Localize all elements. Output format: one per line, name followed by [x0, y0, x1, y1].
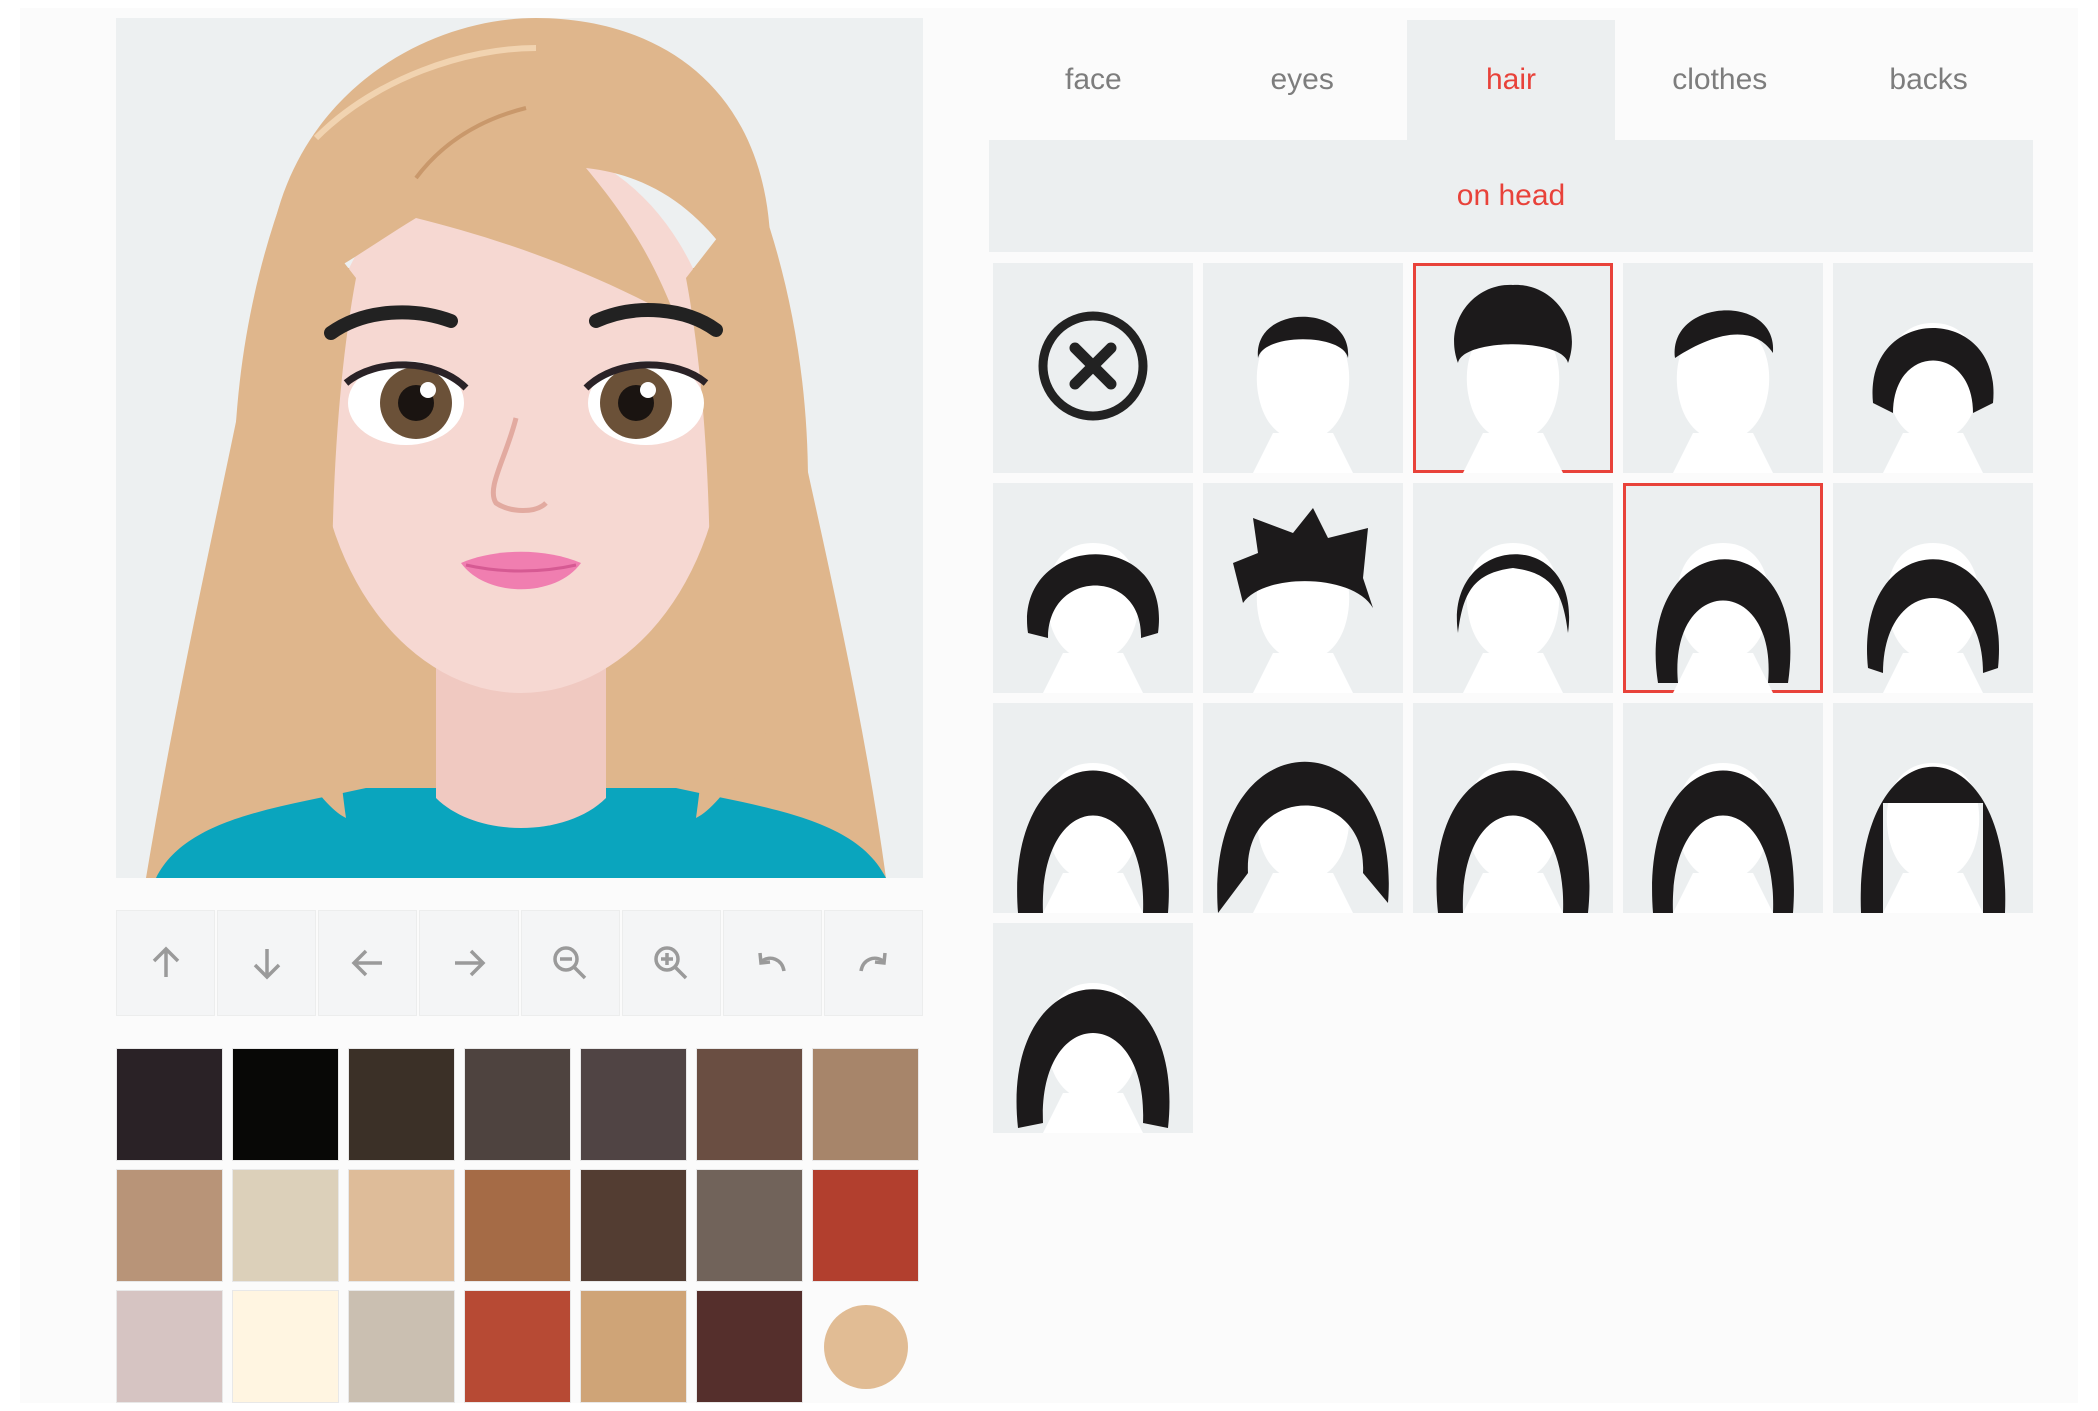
- hair-option-wavy-short[interactable]: [993, 483, 1193, 693]
- color-swatch[interactable]: [812, 1169, 919, 1282]
- current-color-swatch[interactable]: [812, 1290, 919, 1403]
- zoom-out-icon: [553, 946, 587, 980]
- hair-option-short-crop[interactable]: [1203, 263, 1403, 473]
- move-down-button[interactable]: [217, 910, 317, 1016]
- arrow-up-icon: [152, 946, 179, 977]
- hair-thumbnail-icon: [1217, 761, 1389, 913]
- hair-option-none[interactable]: [993, 263, 1193, 473]
- color-swatch[interactable]: [580, 1048, 687, 1161]
- color-swatch[interactable]: [116, 1169, 223, 1282]
- category-tabs: face eyes hair clothes backs: [989, 20, 2033, 140]
- hair-thumbnail-icon: [1860, 763, 2006, 913]
- hair-thumbnail-icon: [1454, 284, 1572, 473]
- redo-icon: [859, 952, 888, 972]
- hair-option-long-wavy[interactable]: [1413, 703, 1613, 913]
- hair-option-curly-bangs[interactable]: [1413, 483, 1613, 693]
- current-color-dot: [823, 1304, 908, 1389]
- redo-button[interactable]: [823, 910, 923, 1016]
- hair-thumbnail-icon: [1673, 310, 1774, 473]
- hair-thumbnail-icon: [1872, 323, 1994, 473]
- hair-thumbnail-icon: [1652, 763, 1794, 913]
- arrow-down-icon: [253, 949, 280, 980]
- color-swatch[interactable]: [464, 1169, 571, 1282]
- undo-button[interactable]: [722, 910, 822, 1016]
- color-swatch[interactable]: [464, 1048, 571, 1161]
- avatar-maker: face eyes hair clothes backs on head: [20, 8, 2078, 1403]
- hair-thumbnail-icon: [1436, 763, 1590, 913]
- color-swatch[interactable]: [232, 1048, 339, 1161]
- color-swatch[interactable]: [348, 1169, 455, 1282]
- color-swatch[interactable]: [232, 1169, 339, 1282]
- color-palette: [116, 1048, 923, 1403]
- tab-clothes[interactable]: clothes: [1615, 20, 1824, 140]
- hair-option-spiky[interactable]: [1203, 483, 1403, 693]
- hair-thumbnail-icon: [1016, 983, 1170, 1133]
- hair-thumbnail-icon: [1027, 543, 1159, 693]
- hair-thumbnail-icon: [1017, 763, 1169, 913]
- color-swatch[interactable]: [580, 1169, 687, 1282]
- move-right-button[interactable]: [419, 910, 519, 1016]
- tab-hair[interactable]: hair: [1406, 20, 1616, 140]
- hair-option-shoulder-length[interactable]: [1623, 483, 1823, 693]
- hair-option-long-blunt-bangs[interactable]: [1833, 703, 2033, 913]
- color-swatch[interactable]: [348, 1048, 455, 1161]
- zoom-in-button[interactable]: [621, 910, 721, 1016]
- hair-thumbnail-icon: [1655, 543, 1791, 693]
- color-swatch[interactable]: [348, 1290, 455, 1403]
- hair-option-long-straight[interactable]: [993, 703, 1193, 913]
- zoom-in-icon: [654, 946, 688, 980]
- hair-option-voluminous-curls[interactable]: [1203, 703, 1403, 913]
- color-swatch[interactable]: [116, 1290, 223, 1403]
- color-swatch[interactable]: [696, 1290, 803, 1403]
- hair-option-curly-short[interactable]: [1413, 263, 1613, 473]
- hair-option-bob-bangs[interactable]: [1833, 483, 2033, 693]
- color-swatch[interactable]: [464, 1290, 571, 1403]
- zoom-out-button[interactable]: [520, 910, 620, 1016]
- tab-backs[interactable]: backs: [1824, 20, 2033, 140]
- undo-icon: [758, 952, 787, 972]
- hair-thumbnail-icon: [1253, 316, 1353, 473]
- color-swatch[interactable]: [812, 1048, 919, 1161]
- hair-option-bob[interactable]: [1833, 263, 2033, 473]
- hair-thumbnail-icon: [1456, 543, 1570, 693]
- color-swatch[interactable]: [116, 1048, 223, 1161]
- remove-icon: [1038, 311, 1148, 421]
- arrow-right-icon: [454, 949, 486, 977]
- color-swatch[interactable]: [696, 1169, 803, 1282]
- subtab-on-head[interactable]: on head: [989, 140, 2033, 252]
- tab-eyes[interactable]: eyes: [1198, 20, 1407, 140]
- hair-option-long-sleek[interactable]: [1623, 703, 1823, 913]
- hair-thumbnail-icon: [1233, 508, 1373, 693]
- move-left-button[interactable]: [318, 910, 418, 1016]
- color-swatch[interactable]: [232, 1290, 339, 1403]
- avatar-preview: [116, 18, 923, 878]
- transform-toolbar: [116, 910, 923, 1016]
- color-swatch[interactable]: [696, 1048, 803, 1161]
- hair-thumbnail-icon: [1867, 543, 1999, 693]
- color-swatch[interactable]: [580, 1290, 687, 1403]
- tab-face[interactable]: face: [989, 20, 1198, 140]
- hair-style-grid: [993, 263, 2033, 1133]
- arrow-left-icon: [351, 949, 382, 977]
- hair-option-side-sweep[interactable]: [1623, 263, 1823, 473]
- move-up-button[interactable]: [116, 910, 216, 1016]
- hair-option-long-layered[interactable]: [993, 923, 1193, 1133]
